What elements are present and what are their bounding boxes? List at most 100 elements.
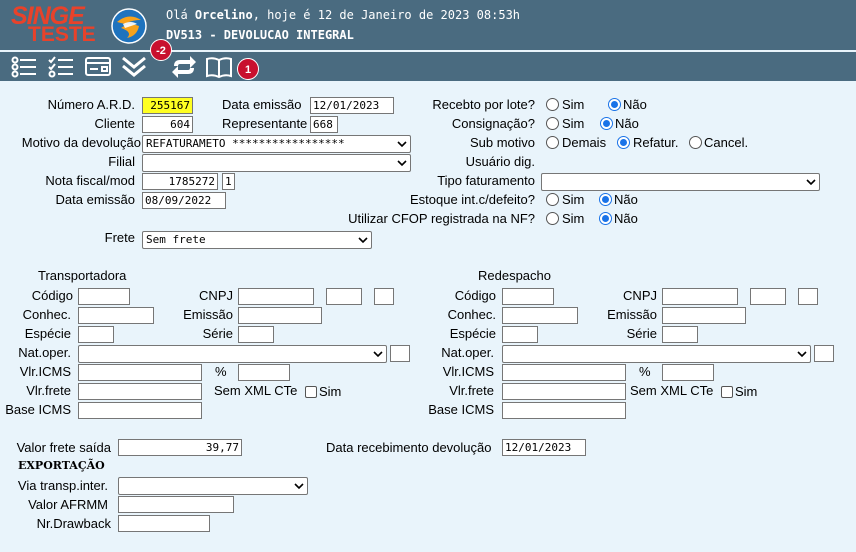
redesp-cnpj-label: CNPJ [623, 288, 657, 303]
motivo-select[interactable]: REFATURAMETO ***************** [142, 135, 411, 153]
data-emissao-nf-field[interactable]: 08/09/2022 [142, 192, 226, 209]
transp-emissao-field[interactable] [238, 307, 322, 324]
redesp-vlr-icms-field[interactable] [502, 364, 626, 381]
recebto-nao-label: Não [623, 97, 647, 112]
estoque-nao-radio[interactable] [599, 193, 612, 206]
tipo-faturamento-label: Tipo faturamento [437, 173, 535, 188]
redesp-codigo-label: Código [454, 288, 496, 303]
transp-nat-oper-code[interactable] [390, 345, 410, 362]
data-recebimento-field[interactable]: 12/01/2023 [502, 439, 586, 456]
valor-frete-saida-field[interactable]: 39,77 [118, 439, 242, 456]
usuario-label: Usuário dig. [465, 154, 535, 169]
data-recebimento-label: Data recebimento devolução [326, 440, 492, 455]
via-transp-select[interactable] [118, 477, 308, 495]
data-emissao-label: Data emissão [222, 97, 302, 112]
recebto-nao-radio[interactable] [608, 98, 621, 111]
app-header: SINGE TESTE Olá Orcelino, hoje é 12 de J… [0, 0, 856, 50]
redesp-serie-label: Série [626, 326, 657, 341]
consignacao-sim-label: Sim [562, 116, 585, 131]
toolbar [0, 52, 856, 81]
checklist-icon[interactable] [47, 54, 75, 80]
numero-ard-label: Número A.R.D. [47, 97, 135, 112]
book-badge: 1 [237, 58, 259, 80]
nr-drawback-label: Nr.Drawback [36, 516, 111, 531]
greeting-text: Olá Orcelino, hoje é 12 de Janeiro de 20… [166, 8, 521, 22]
cliente-field[interactable]: 604 [142, 116, 193, 133]
transp-cnpj-field-2[interactable] [326, 288, 362, 305]
cfop-sim-label: Sim [562, 211, 585, 226]
redesp-especie-field[interactable] [502, 326, 538, 343]
redesp-sem-xml-label: Sem XML CTe [630, 383, 714, 398]
nota-mod-field[interactable]: 1 [222, 173, 235, 190]
nota-fiscal-field[interactable]: 1785272 [142, 173, 218, 190]
cfop-label: Utilizar CFOP registrada na NF? [348, 211, 535, 226]
logo-teste: TESTE [28, 23, 96, 46]
redesp-serie-field[interactable] [662, 326, 698, 343]
consignacao-nao-radio[interactable] [600, 117, 613, 130]
transp-vlr-icms-field[interactable] [78, 364, 202, 381]
tipo-faturamento-select[interactable] [541, 173, 820, 191]
consignacao-sim-radio[interactable] [546, 117, 559, 130]
sub-motivo-demais-label: Demais [562, 135, 607, 150]
redesp-cnpj-field-3[interactable] [798, 288, 818, 305]
double-chevron-down-icon[interactable] [120, 54, 148, 80]
estoque-sim-radio[interactable] [546, 193, 559, 206]
transp-sem-xml-sim: Sim [319, 384, 342, 399]
redesp-especie-label: Espécie [449, 326, 496, 341]
valor-frete-saida-label: Valor frete saída [16, 440, 111, 455]
sub-motivo-cancel-radio[interactable] [689, 136, 702, 149]
transp-base-icms-field[interactable] [78, 402, 202, 419]
card-icon[interactable] [84, 54, 112, 80]
redesp-cnpj-field-2[interactable] [750, 288, 786, 305]
cfop-nao-radio[interactable] [599, 212, 612, 225]
redesp-sem-xml-sim: Sim [735, 384, 758, 399]
cliente-label: Cliente [94, 116, 135, 131]
redesp-cnpj-field-1[interactable] [662, 288, 738, 305]
transp-conhec-label: Conhec. [22, 307, 71, 322]
nr-drawback-field[interactable] [118, 515, 210, 532]
refresh-icon[interactable] [170, 54, 198, 80]
data-emissao-nf-label: Data emissão [55, 192, 135, 207]
transp-codigo-label: Código [31, 288, 73, 303]
consignacao-label: Consignação? [451, 116, 535, 131]
transp-especie-field[interactable] [78, 326, 114, 343]
recebto-sim-label: Sim [562, 97, 585, 112]
book-icon[interactable] [205, 54, 233, 80]
sub-motivo-refatur-label: Refatur. [633, 135, 679, 150]
estoque-label: Estoque int.c/defeito? [409, 192, 535, 207]
chevron-down-icon [358, 237, 368, 244]
filial-select[interactable] [142, 154, 411, 172]
frete-select[interactable]: Sem frete [142, 231, 372, 249]
redesp-codigo-field[interactable] [502, 288, 554, 305]
redesp-nat-oper-code[interactable] [814, 345, 834, 362]
sub-motivo-refatur-radio[interactable] [617, 136, 630, 149]
redesp-conhec-field[interactable] [502, 307, 578, 324]
redesp-sem-xml-checkbox[interactable] [721, 386, 733, 398]
redesp-base-icms-field[interactable] [502, 402, 626, 419]
redesp-vlr-icms-label: Vlr.ICMS [442, 364, 494, 379]
recebto-sim-radio[interactable] [546, 98, 559, 111]
transp-cnpj-field-1[interactable] [238, 288, 314, 305]
transp-nat-oper-select[interactable] [78, 345, 387, 363]
transp-serie-field[interactable] [238, 326, 274, 343]
transp-conhec-field[interactable] [78, 307, 154, 324]
cfop-sim-radio[interactable] [546, 212, 559, 225]
transp-codigo-field[interactable] [78, 288, 130, 305]
numero-ard-field[interactable]: 255167 [142, 97, 193, 114]
redesp-pct-field[interactable] [662, 364, 714, 381]
transp-sem-xml-checkbox[interactable] [305, 386, 317, 398]
valor-afrmm-field[interactable] [118, 496, 234, 513]
logo-ball-icon [111, 8, 147, 44]
representante-field[interactable]: 668 [310, 116, 338, 133]
redesp-emissao-field[interactable] [662, 307, 746, 324]
chevron-down-icon [294, 483, 304, 490]
transp-cnpj-label: CNPJ [199, 288, 233, 303]
transp-cnpj-field-3[interactable] [374, 288, 394, 305]
transp-vlr-frete-field[interactable] [78, 383, 202, 400]
redesp-nat-oper-select[interactable] [502, 345, 811, 363]
sub-motivo-demais-radio[interactable] [546, 136, 559, 149]
redesp-vlr-frete-field[interactable] [502, 383, 626, 400]
transp-serie-label: Série [202, 326, 233, 341]
transp-pct-field[interactable] [238, 364, 290, 381]
list-icon[interactable] [10, 54, 38, 80]
